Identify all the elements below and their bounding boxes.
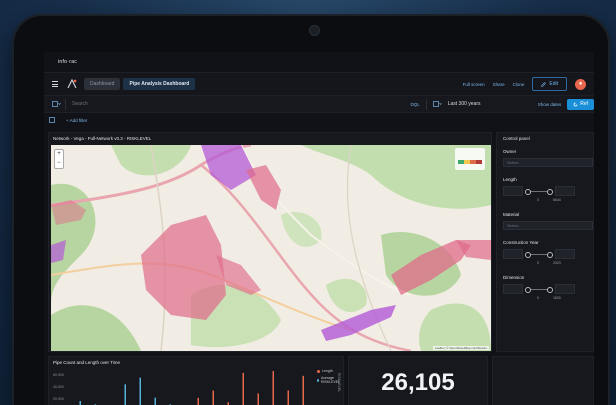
dql-toggle[interactable]: DQL xyxy=(410,102,419,107)
dimension-slider[interactable] xyxy=(525,286,553,293)
control-panel: Control panel Owner Select... Length 0 6… xyxy=(496,132,594,352)
bar-risk-0[interactable] xyxy=(79,401,82,405)
zoom-control[interactable]: + − xyxy=(54,149,64,169)
network-map[interactable]: + − Leaflet | © OpenStreetMap contributo… xyxy=(51,145,491,351)
length-max-value: 6644 xyxy=(552,198,561,202)
clone-link[interactable]: Clone xyxy=(513,82,525,87)
zoom-in-button[interactable]: + xyxy=(55,150,63,159)
bar-length-9[interactable] xyxy=(212,390,215,405)
y-tick-2: 20,000 xyxy=(53,397,64,401)
bar-risk-4[interactable] xyxy=(139,377,142,405)
map-attribution[interactable]: Leaflet | © OpenStreetMap contributors xyxy=(432,346,489,350)
brand-bar: info·rac xyxy=(44,52,594,72)
bottom-panels: Pipe Count and Length over Time 60,000 4… xyxy=(48,356,594,405)
refresh-icon xyxy=(573,102,578,106)
screen: info·rac Dashboard Pipe Analysis Dashboa… xyxy=(44,52,594,405)
construction-year-slider[interactable] xyxy=(525,251,553,258)
avatar[interactable]: ● xyxy=(575,78,586,90)
zoom-out-button[interactable]: − xyxy=(55,159,63,168)
y-tick-0: 60,000 xyxy=(53,373,64,377)
y-tick-1: 40,000 xyxy=(53,385,64,389)
pencil-icon xyxy=(541,81,547,87)
dimension-label: Dimension xyxy=(503,275,525,280)
bar-length-15[interactable] xyxy=(302,375,305,405)
show-dates-link[interactable]: Show dates xyxy=(538,102,562,107)
dimension-max-input[interactable] xyxy=(555,284,575,294)
material-label: Material xyxy=(503,212,520,217)
construction-max-value: 2023 xyxy=(552,261,561,265)
bar-length-12[interactable] xyxy=(257,393,260,405)
camera-icon xyxy=(310,26,319,35)
construction-min-input[interactable] xyxy=(503,249,523,259)
dimension-max-value: 1600 xyxy=(552,296,561,300)
share-link[interactable]: Share xyxy=(493,82,505,87)
filter-bar: + Add filter xyxy=(44,113,594,127)
bar-length-14[interactable] xyxy=(287,390,290,405)
length-range xyxy=(503,186,587,196)
breadcrumb-current: Pipe Analysis Dashboard xyxy=(123,78,196,90)
svg-text:RISKLEVEL: RISKLEVEL xyxy=(337,373,341,392)
refresh-label: Ref xyxy=(580,101,588,107)
bar-chart xyxy=(79,371,305,405)
construction-max-input[interactable] xyxy=(555,249,575,259)
dimension-values: 0 1600 xyxy=(503,296,587,300)
edit-label: Edit xyxy=(549,81,558,87)
search-input[interactable]: Search xyxy=(72,101,410,107)
dimension-range xyxy=(503,284,587,294)
map-panel: Network - Vega - Full-Network v0.3 - RIS… xyxy=(48,132,492,352)
bar-length-8[interactable] xyxy=(197,397,200,405)
length-label: Length xyxy=(503,177,517,182)
bar-length-11[interactable] xyxy=(242,372,245,405)
construction-values: 0 2023 xyxy=(503,261,587,265)
bar-length-13[interactable] xyxy=(272,371,275,405)
breadcrumb-dashboard[interactable]: Dashboard xyxy=(84,78,121,90)
full-screen-link[interactable]: Full screen xyxy=(463,82,485,87)
legend-axis-label: RISKLEVEL xyxy=(337,373,341,392)
material-select[interactable]: Select... xyxy=(503,221,593,230)
saved-query-icon[interactable] xyxy=(48,98,66,110)
metric-value: 26,105 xyxy=(381,369,455,396)
construction-min-value: 0 xyxy=(537,261,539,265)
refresh-button[interactable]: Ref xyxy=(567,98,594,110)
add-filter-link[interactable]: + Add filter xyxy=(66,118,87,123)
control-panel-title: Control panel xyxy=(503,136,530,141)
dimension-min-input[interactable] xyxy=(503,284,523,294)
dimension-min-value: 0 xyxy=(537,296,539,300)
construction-year-range xyxy=(503,249,587,259)
chart-panel-title: Pipe Count and Length over Time xyxy=(53,360,121,365)
brand-logo: info·rac xyxy=(58,59,78,65)
top-toolbar: Dashboard Pipe Analysis Dashboard Full s… xyxy=(44,72,594,96)
length-min-value: 0 xyxy=(537,198,539,202)
empty-panel xyxy=(492,356,594,405)
length-min-input[interactable] xyxy=(503,186,523,196)
app-logo-icon[interactable] xyxy=(66,78,78,90)
edit-button[interactable]: Edit xyxy=(532,77,567,91)
length-max-input[interactable] xyxy=(555,186,575,196)
filter-options-icon[interactable] xyxy=(49,117,58,123)
search-bar: Search DQL Last 300 years Show dates Ref xyxy=(44,96,594,113)
map-panel-title: Network - Vega - Full-Network v0.3 - RIS… xyxy=(53,136,152,141)
bar-risk-5[interactable] xyxy=(154,397,157,405)
bar-risk-3[interactable] xyxy=(124,384,127,405)
time-range-value[interactable]: Last 300 years xyxy=(448,101,538,107)
construction-year-label: Construction Year xyxy=(503,240,539,245)
date-picker-icon[interactable] xyxy=(425,98,442,110)
menu-icon[interactable] xyxy=(48,81,62,87)
length-slider[interactable] xyxy=(525,188,553,195)
tablet-frame: info·rac Dashboard Pipe Analysis Dashboa… xyxy=(12,14,610,405)
risk-legend-icon xyxy=(455,148,485,170)
metric-panel: 26,105 xyxy=(348,356,488,405)
chart-panel: Pipe Count and Length over Time 60,000 4… xyxy=(48,356,344,405)
owner-select[interactable]: Select... xyxy=(503,158,593,167)
length-values: 0 6644 xyxy=(503,198,587,202)
owner-label: Owner xyxy=(503,149,517,154)
